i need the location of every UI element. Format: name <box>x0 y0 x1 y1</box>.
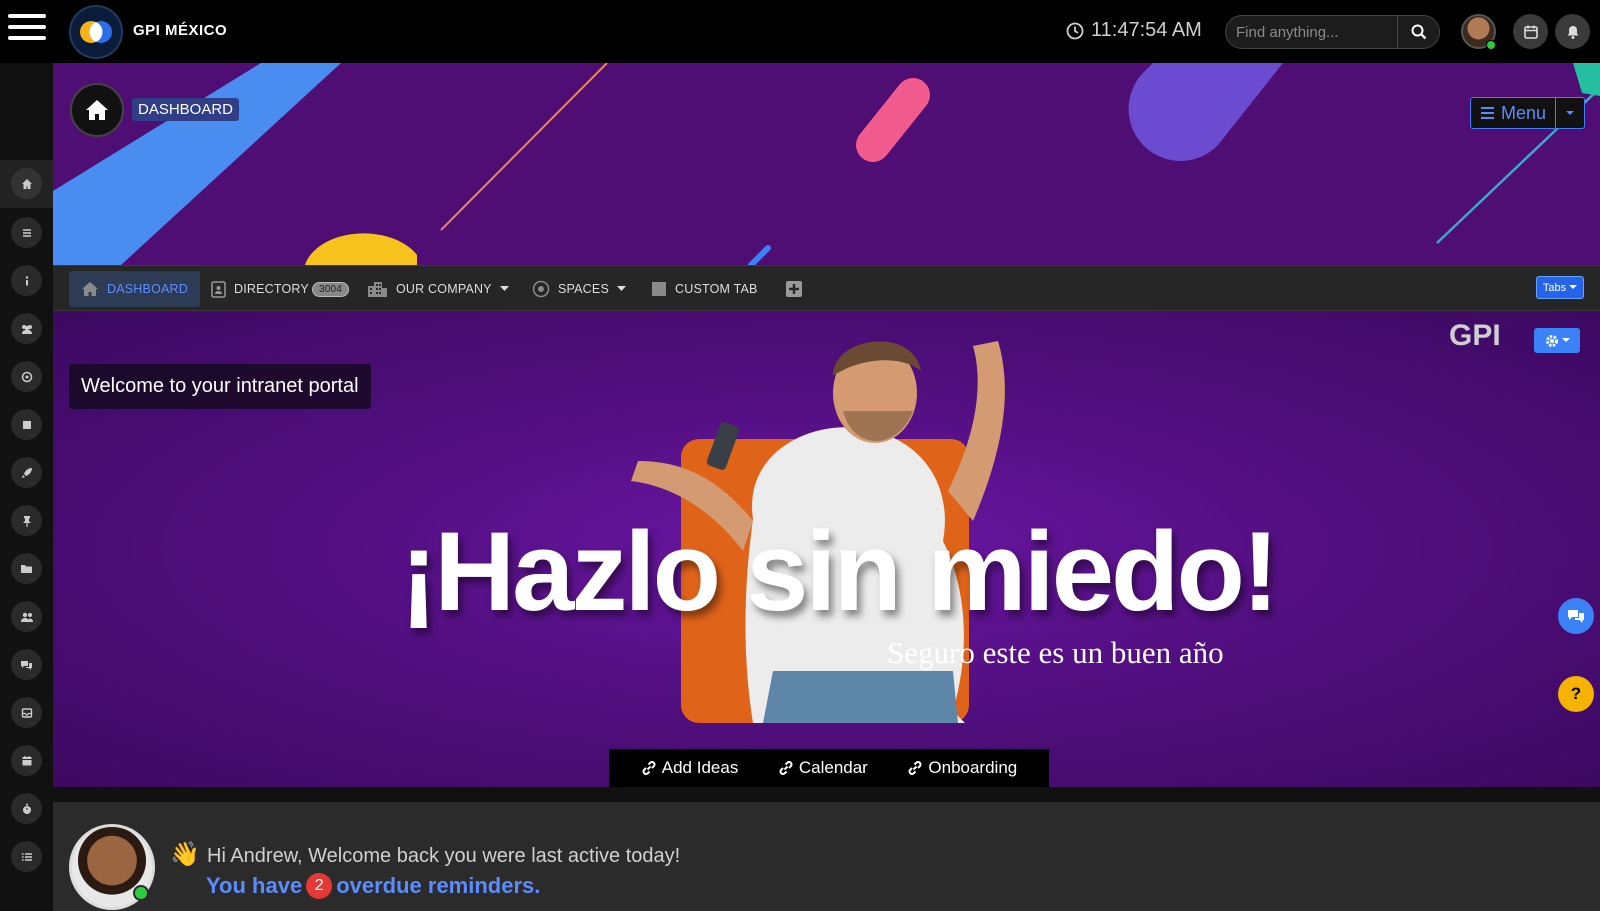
group-icon[interactable] <box>11 601 42 632</box>
tabs-dropdown-button[interactable]: Tabs <box>1536 276 1584 299</box>
banner-menu-button[interactable]: Menu <box>1470 97 1585 129</box>
greeting-text: Hi Andrew, Welcome back you were last ac… <box>207 845 681 867</box>
search-input[interactable] <box>1226 16 1396 48</box>
users-icon[interactable] <box>11 313 42 344</box>
ordered-list-icon[interactable] <box>11 841 42 872</box>
tab-dashboard[interactable]: DASHBOARD <box>69 271 200 307</box>
hero-title: ¡Hazlo sin miedo! <box>400 509 1279 634</box>
list-icon[interactable] <box>11 217 42 248</box>
section-divider <box>53 787 1600 802</box>
bars-icon <box>1480 107 1494 119</box>
clock-time: 11:47:54 AM <box>1091 19 1202 41</box>
menu-main[interactable]: Menu <box>1471 98 1556 128</box>
search-icon <box>1411 24 1426 40</box>
quick-link-label: Onboarding <box>928 758 1018 777</box>
plus-square-icon <box>786 281 802 297</box>
quick-links-bar: Add Ideas Calendar Onboarding <box>609 749 1049 787</box>
quick-link-label: Calendar <box>798 758 868 777</box>
search-box <box>1225 15 1440 49</box>
notifications-button[interactable] <box>1555 14 1590 49</box>
menu-label: Menu <box>1500 102 1547 123</box>
tab-label: SPACES <box>558 282 609 296</box>
info-icon[interactable] <box>11 265 42 296</box>
wave-icon: 👋 <box>170 841 200 868</box>
pin-icon[interactable] <box>11 505 42 536</box>
tab-label: CUSTOM TAB <box>675 282 758 296</box>
building-icon <box>368 281 387 297</box>
tab-spaces[interactable]: SPACES <box>520 271 638 307</box>
quick-link-calendar[interactable]: Calendar <box>778 758 868 778</box>
online-status-indicator <box>133 885 149 901</box>
chevron-down-icon <box>617 286 626 291</box>
inbox-icon[interactable] <box>11 697 42 728</box>
tab-bar: DASHBOARD DIRECTORY 3004 OUR COMPANY SPA… <box>53 265 1600 311</box>
stopwatch-icon[interactable] <box>11 793 42 824</box>
hero-subtitle: Seguro este es un buen año <box>887 635 1224 670</box>
tab-label: DASHBOARD <box>107 282 188 296</box>
target-icon <box>532 280 550 298</box>
quick-link-onboarding[interactable]: Onboarding <box>907 758 1017 778</box>
link-icon <box>779 761 793 775</box>
dashboard-banner <box>53 63 1600 265</box>
help-button[interactable]: ? <box>1558 676 1594 712</box>
clock-icon <box>1066 22 1084 45</box>
tab-directory[interactable]: DIRECTORY 3004 <box>199 271 361 307</box>
tab-our-company[interactable]: OUR COMPANY <box>355 271 521 307</box>
home-icon <box>86 100 108 120</box>
question-icon: ? <box>1570 684 1582 703</box>
chevron-down-icon <box>1569 285 1578 289</box>
company-logo[interactable] <box>69 5 123 59</box>
contact-card-icon <box>211 280 226 298</box>
support-icon[interactable] <box>11 361 42 392</box>
tabs-button-label: Tabs <box>1542 281 1567 294</box>
quick-link-add-ideas[interactable]: Add Ideas <box>641 758 739 778</box>
calendar-icon[interactable] <box>11 745 42 776</box>
hero-settings-button[interactable] <box>1534 328 1580 353</box>
search-button[interactable] <box>1397 16 1439 48</box>
stop-icon[interactable] <box>11 409 42 440</box>
gear-icon <box>1545 334 1558 347</box>
page-title: DASHBOARD <box>132 98 240 121</box>
brand-mark: GPI <box>1449 319 1501 352</box>
rocket-icon[interactable] <box>11 457 42 488</box>
online-status-indicator <box>1486 40 1496 50</box>
home-button[interactable] <box>70 83 124 137</box>
reminder-suffix: overdue reminders. <box>336 873 541 898</box>
bell-icon <box>1567 25 1578 39</box>
chevron-down-icon <box>499 286 509 291</box>
chevron-down-icon[interactable] <box>1556 98 1584 128</box>
home-icon[interactable] <box>11 168 42 199</box>
calendar-button[interactable] <box>1513 14 1548 49</box>
folder-icon[interactable] <box>11 553 42 584</box>
top-bar: GPI MÉXICO 11:47:54 AM <box>0 0 1600 63</box>
calendar-icon <box>1523 25 1538 39</box>
link-icon <box>642 761 656 775</box>
tab-custom[interactable]: CUSTOM TAB <box>639 271 770 307</box>
reminder-prefix: You have <box>206 873 303 898</box>
chat-icon <box>1568 610 1584 623</box>
link-icon <box>908 761 922 775</box>
menu-icon[interactable] <box>8 14 46 48</box>
quick-link-label: Add Ideas <box>661 758 739 777</box>
home-icon <box>82 282 98 296</box>
overdue-reminders-link[interactable]: You have 2 overdue reminders. <box>206 873 540 899</box>
tab-label: DIRECTORY <box>234 282 309 296</box>
reminder-count-badge: 2 <box>306 873 333 899</box>
square-icon <box>652 282 666 296</box>
banner-decoration <box>53 63 1600 265</box>
tab-label: OUR COMPANY <box>396 282 492 296</box>
add-tab-button[interactable] <box>773 271 815 307</box>
chat-button[interactable] <box>1558 598 1594 634</box>
chevron-down-icon <box>1561 338 1570 342</box>
chat-icon[interactable] <box>11 649 42 680</box>
directory-count-badge: 3004 <box>311 281 350 297</box>
welcome-message: Welcome to your intranet portal <box>69 364 371 409</box>
app-title: GPI MÉXICO <box>133 22 228 39</box>
